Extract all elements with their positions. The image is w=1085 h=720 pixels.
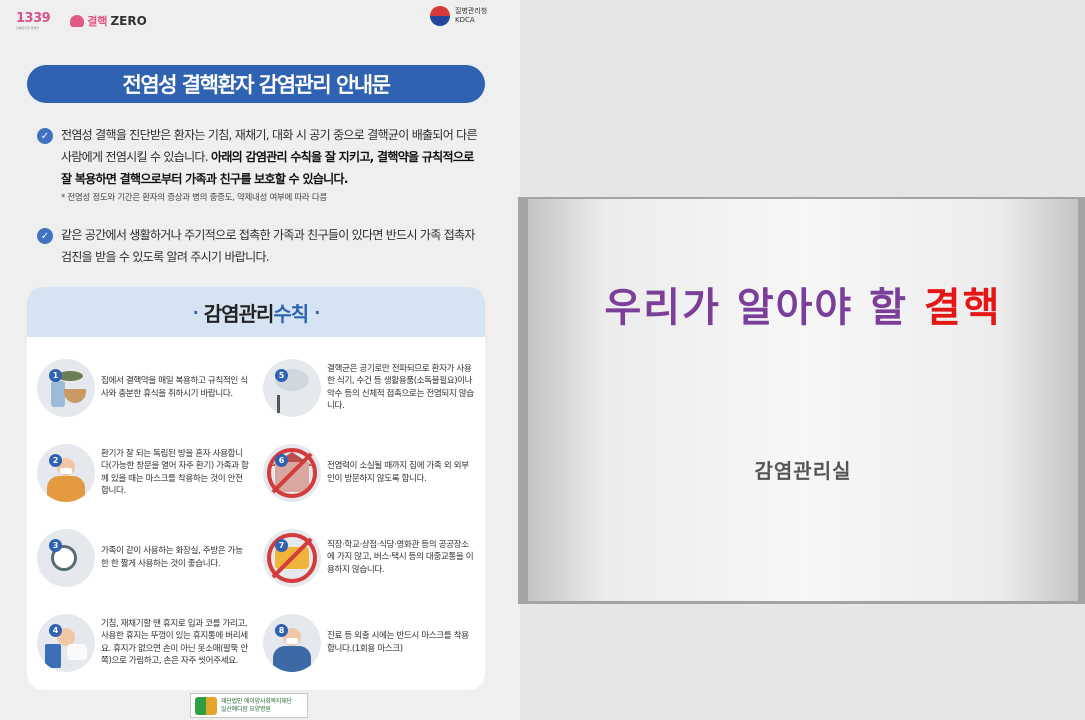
logo-tb-zero-prefix: 결핵: [87, 15, 108, 28]
rule-item: 3 가족이 같이 사용하는 화장실, 주방은 가능한 한 짧게 사용하는 것이 …: [37, 515, 249, 600]
slide-subtitle: 감염관리실: [754, 459, 852, 483]
rule-item: 1 집에서 결핵약을 매일 복용하고 규칙적인 식사와 충분한 휴식을 취하시기…: [37, 345, 249, 430]
title-dot: ·: [192, 302, 199, 322]
rule-text: 진료 등 외출 시에는 반드시 마스크를 착용합니다.(1회용 마스크): [327, 631, 469, 654]
pill-bottle-shape: [51, 380, 65, 407]
body-shape: [47, 475, 85, 502]
no-visitors-house-icon: 6: [263, 443, 321, 502]
logo-1339-text: 1339: [16, 11, 51, 26]
rule-text: 환기가 잘 되는 독립된 방을 혼자 사용합니다(가능한 창문을 열어 자주 환…: [101, 448, 249, 497]
rule-text: 가족이 같이 사용하는 화장실, 주방은 가능한 한 짧게 사용하는 것이 좋습…: [101, 546, 243, 569]
hospital-name: 일산예디함 요양병원: [221, 705, 271, 713]
rule-item: 8 진료 등 외출 시에는 반드시 마스크를 착용합니다.(1회용 마스크): [263, 600, 475, 685]
body-shape: [273, 645, 311, 672]
presentation-slide: 우리가 알아야 할 결핵 감염관리실: [528, 199, 1078, 601]
rules-title-text: 감염관리: [203, 301, 275, 326]
rule-item: 7 직장·학교·상점·식당·영화관 등의 공공장소에 가지 않고, 버스·택시 …: [263, 515, 475, 600]
logo-tb-zero-suffix: ZERO: [110, 14, 147, 28]
hospital-mark-icon: [195, 696, 217, 715]
cough-etiquette-icon: 4: [37, 613, 95, 672]
rules-card: · 감염관리 수칙 · 1 집에서 결핵약을 매일 복용하고 규칙적인 식사와 …: [27, 287, 485, 690]
info-bullet-text: 전염성 결핵을 진단받은 환자는 기침, 재채기, 대화 시 공기 중으로 결핵…: [61, 124, 487, 206]
poster-title: 전염성 결핵환자 감염관리 안내문: [27, 65, 485, 103]
rule-text: 기침, 재채기할 땐 휴지로 입과 코를 가리고, 사용한 휴지는 뚜껑이 있는…: [101, 618, 248, 667]
rule-text: 집에서 결핵약을 매일 복용하고 규칙적인 식사와 충분한 휴식을 취하시기 바…: [101, 376, 248, 399]
hospital-logo-text: 재단법인 에이양사회복지재단 일산예디함 요양병원: [221, 698, 292, 714]
rule-item: 6 전염력이 소실될 때까지 집에 가족 외 외부인이 방문하지 않도록 합니다…: [263, 430, 475, 515]
rules-card-title: · 감염관리 수칙 ·: [27, 287, 485, 337]
rule-number: 2: [49, 453, 62, 467]
check-circle-icon: ✓: [37, 228, 53, 244]
footnote: * 전염성 정도와 기간은 환자의 증상과 병의 중증도, 약제내성 여부에 따…: [61, 193, 327, 203]
kdca-logo: 질병관리청 KDCA: [430, 6, 487, 26]
handshake-utensils-icon: 5: [263, 358, 321, 417]
rule-number: 5: [275, 368, 288, 382]
rules-title-highlight: 수칙: [273, 301, 309, 326]
rule-text: 전염력이 소실될 때까지 집에 가족 외 외부인이 방문하지 않도록 합니다.: [327, 461, 469, 484]
mask-outing-icon: 8: [263, 613, 321, 672]
kdca-logo-text: 질병관리청 KDCA: [455, 7, 487, 25]
info-bullet-text: 같은 공간에서 생활하거나 주기적으로 접촉한 가족과 친구들이 있다면 반드시…: [61, 228, 475, 264]
slide-title-plain: 우리가 알아야 할: [604, 285, 924, 331]
rule-number: 4: [49, 623, 62, 637]
logo-1339: 1339 질병관리청 콜센터: [16, 11, 51, 30]
partner-logos: 1339 질병관리청 콜센터 결핵 ZERO: [16, 6, 147, 36]
rule-number: 3: [49, 538, 62, 552]
bowl-shape: [64, 388, 86, 403]
mask-shape: [286, 637, 298, 644]
taegeuk-emblem-icon: [430, 6, 450, 26]
no-public-transport-icon: 7: [263, 528, 321, 587]
check-circle-icon: ✓: [37, 128, 53, 144]
infection-control-poster: 1339 질병관리청 콜센터 결핵 ZERO 질병관리청 KDCA 전염성 결핵…: [0, 0, 520, 720]
slide-title: 우리가 알아야 할 결핵: [528, 275, 1078, 333]
mask-shape: [60, 467, 72, 474]
kdca-abbr: KDCA: [455, 16, 475, 24]
rules-grid: 1 집에서 결핵약을 매일 복용하고 규칙적인 식사와 충분한 휴식을 취하시기…: [27, 345, 485, 685]
title-dot: ·: [314, 302, 320, 322]
masked-person-icon: 2: [37, 443, 95, 502]
logo-1339-subtext: 질병관리청 콜센터: [16, 26, 40, 30]
rule-number: 7: [275, 538, 288, 552]
kdca-name: 질병관리청: [455, 6, 488, 15]
rule-text: 결핵균은 공기로만 전파되므로 환자가 사용한 식기, 수건 등 생활용품(소독…: [327, 363, 474, 412]
rule-item: 2 환기가 잘 되는 독립된 방을 혼자 사용합니다(가능한 창문을 열어 자주…: [37, 430, 249, 515]
trash-bin-shape: [45, 643, 61, 668]
hospital-logo: 재단법인 에이양사회복지재단 일산예디함 요양병원: [190, 693, 308, 718]
info-bullet-transmission: ✓ 전염성 결핵을 진단받은 환자는 기침, 재채기, 대화 시 공기 중으로 …: [37, 124, 487, 206]
shared-room-clock-icon: 3: [37, 528, 95, 587]
fork-shape: [277, 394, 280, 413]
rule-number: 6: [275, 453, 288, 467]
slide-title-highlight: 결핵: [923, 285, 1002, 331]
rule-text: 직장·학교·상점·식당·영화관 등의 공공장소에 가지 않고, 버스·택시 등의…: [327, 539, 474, 575]
medicine-meal-icon: 1: [37, 358, 95, 417]
tissue-shape: [67, 643, 87, 660]
rule-number: 8: [275, 623, 288, 637]
rule-number: 1: [49, 368, 62, 382]
logo-tb-zero: 결핵 ZERO: [70, 13, 147, 29]
foundation-name: 재단법인 에이양사회복지재단: [221, 697, 292, 705]
rule-item: 5 결핵균은 공기로만 전파되므로 환자가 사용한 식기, 수건 등 생활용품(…: [263, 345, 475, 430]
info-bullet-contact-screening: ✓ 같은 공간에서 생활하거나 주기적으로 접촉한 가족과 친구들이 있다면 반…: [37, 224, 487, 268]
heart-icon: [70, 15, 85, 27]
rule-item: 4 기침, 재채기할 땐 휴지로 입과 코를 가리고, 사용한 휴지는 뚜껑이 …: [37, 600, 249, 685]
